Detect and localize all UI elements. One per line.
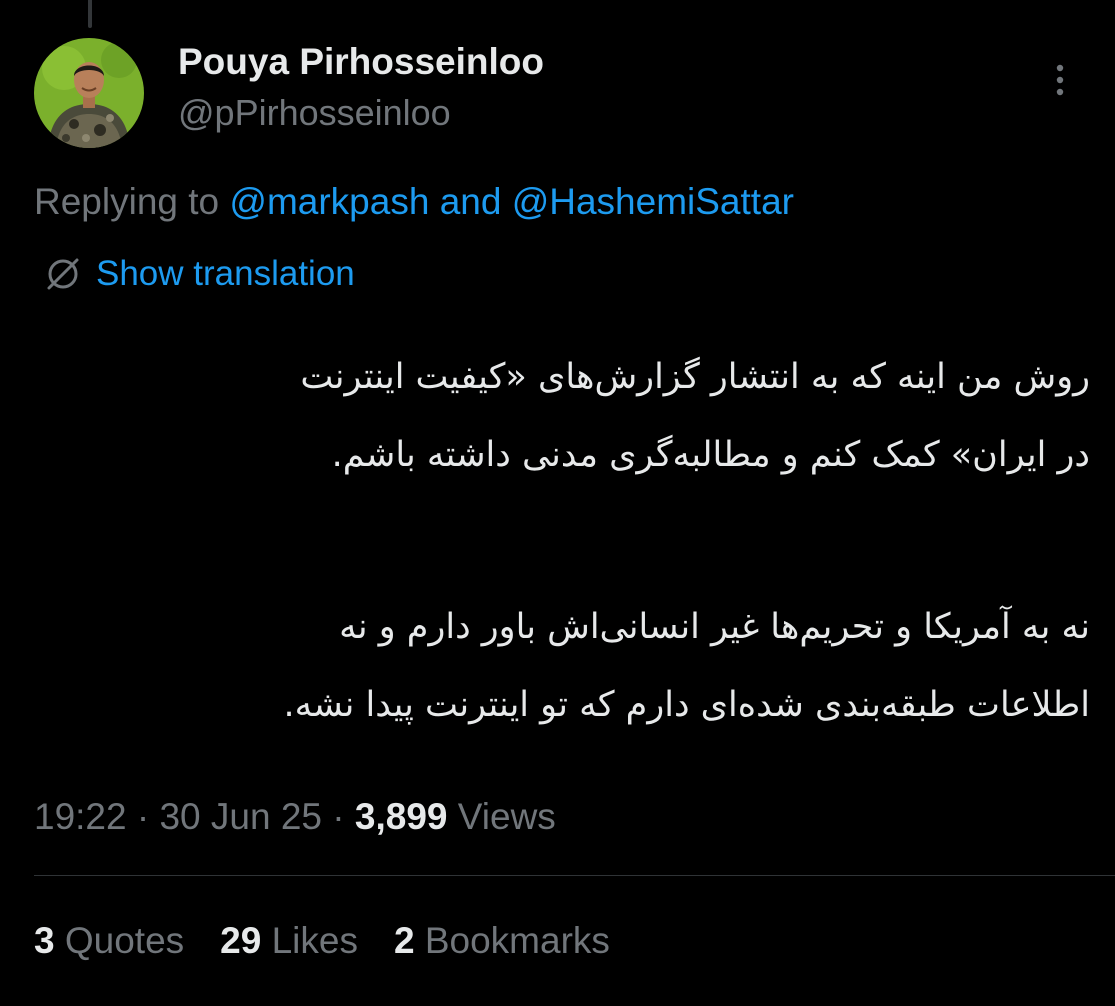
quotes-count: 3 (34, 920, 55, 961)
tweet-date[interactable]: 30 Jun 25 (159, 796, 322, 837)
meta-separator: · (136, 796, 150, 837)
thread-connector-line (88, 0, 92, 28)
user-avatar-image (34, 38, 144, 148)
replying-to: Replying to @markpash and @HashemiSattar (34, 178, 794, 226)
meta-separator: · (332, 796, 345, 837)
author-block: Pouya Pirhosseinloo @pPirhosseinloo (178, 40, 544, 136)
tweet-text-line: اطلاعات طبقه‌بندی شده‌ای دارم که تو اینت… (283, 685, 1090, 725)
tweet-meta: 19:22 · 30 Jun 25 · 3,899 Views (34, 792, 556, 842)
tweet-text: روش من اینه که به انتشار گزارش‌های «کیفی… (40, 338, 1090, 744)
author-handle[interactable]: @pPirhosseinloo (178, 90, 544, 136)
quotes-label: Quotes (64, 920, 185, 961)
bookmarks-count: 2 (393, 920, 415, 961)
tweet-time[interactable]: 19:22 (34, 796, 127, 837)
views-count: 3,899 (354, 796, 448, 837)
more-vertical-icon (1056, 64, 1064, 96)
quotes-stat[interactable]: 3 Quotes (34, 914, 184, 968)
likes-label: Likes (271, 920, 358, 961)
bookmarks-stat[interactable]: 2 Bookmarks (394, 914, 610, 968)
globe-icon (47, 258, 79, 290)
more-options-button[interactable] (1040, 58, 1080, 102)
replying-to-label: Replying to (34, 181, 220, 222)
avatar[interactable] (34, 38, 144, 148)
tweet-text-line: روش من اینه که به انتشار گزارش‌های «کیفی… (300, 357, 1090, 397)
author-name[interactable]: Pouya Pirhosseinloo (178, 40, 544, 84)
likes-stat[interactable]: 29 Likes (220, 914, 358, 968)
tweet-text-line: در ایران» کمک کنم و مطالبه‌گری مدنی داشت… (331, 435, 1090, 475)
tweet-detail: Pouya Pirhosseinloo @pPirhosseinloo Repl… (0, 0, 1115, 1006)
reply-and: and (439, 181, 502, 222)
show-translation-button[interactable]: Show translation (44, 250, 355, 298)
engagement-stats: 3 Quotes 29 Likes 2 Bookmarks (34, 914, 610, 968)
divider (34, 875, 1115, 876)
bookmarks-label: Bookmarks (424, 920, 610, 961)
reply-mention-markpash[interactable]: @markpash (229, 181, 429, 222)
likes-count: 29 (220, 920, 262, 961)
tweet-text-line: نه به آمریکا و تحریم‌ها غیر انسانی‌اش با… (339, 607, 1090, 647)
reply-mention-hashemisattar[interactable]: @HashemiSattar (512, 181, 794, 222)
views-label: Views (457, 796, 556, 837)
show-translation-label: Show translation (96, 254, 355, 293)
